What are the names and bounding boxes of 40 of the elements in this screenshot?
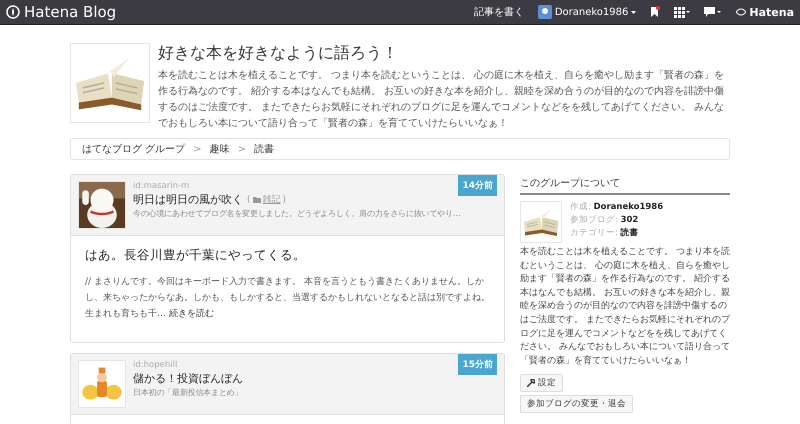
- logo-text: Hatena Blog: [24, 3, 116, 21]
- breadcrumb-separator: >: [238, 144, 246, 154]
- breadcrumb-link[interactable]: はてなブログ グループ: [82, 142, 186, 156]
- user-menu[interactable]: Doraneko1986: [538, 5, 636, 19]
- sidebar-heading: このグループについて: [520, 174, 730, 195]
- paren: ): [282, 194, 286, 204]
- time-label: 15分前: [458, 354, 497, 375]
- user-id: id:masarin-m: [133, 181, 190, 191]
- post-title[interactable]: はあ。長谷川豊が千葉にやってくる。: [85, 247, 490, 264]
- paren: (: [247, 194, 251, 204]
- blog-name-link[interactable]: 儲かる！投資ぼんぼん: [133, 371, 243, 386]
- settings-button[interactable]: 設定: [520, 374, 563, 392]
- user-id: id:hopehill: [133, 360, 178, 370]
- read-more-link[interactable]: 続きを読む: [168, 309, 214, 319]
- blog-description: 今の心境にあわせてブログ名を変更しました。どうぞよろしく。肩の力をさらに抜いてやり…: [133, 208, 461, 219]
- time-label: 14分前: [458, 175, 497, 196]
- grid-menu-icon[interactable]: [674, 6, 690, 18]
- post-excerpt: // まさりんです。今回はキーボード入力で書きます。 本音を言うともう書きたくありません。しかし、来ちゃったからなあ。しかも、もしかすると、当選するかもしれないとなると話は別ですよね。生まれも育ちも千… 続きを読む: [85, 276, 490, 321]
- group-title: 好きな本を好きなように語ろう！: [158, 43, 399, 64]
- breadcrumb-separator: >: [193, 144, 202, 154]
- brand-text: Hatena: [749, 6, 794, 18]
- blog-description: 日本初の「最新投信本まとめ」: [133, 387, 243, 398]
- breadcrumb-link[interactable]: 趣味: [210, 142, 230, 156]
- group-description: 本を読むことは木を植えることです。 つまり本を読むということは、 心の庭に木を植え、自らを癒やし励ます「賢者の森」を作る行為なのです。 紹介する本はなんでも結構。 お互いの好きな本を紹介し、親睦を深め合うのが目的なので内容を誹謗中傷するのはご法度です。 またできたらお気軽にそれぞれのブログに足を運んでコメントなどをを残してあげてください。 みんなでおもしろい本について語り合って「賢者の森」を育てていけたらいいなぁ！: [158, 68, 726, 131]
- hatena-blog-logo[interactable]: Hatena Blog: [6, 3, 116, 21]
- hatena-logo[interactable]: Hatena: [736, 6, 794, 18]
- manage-membership-button[interactable]: 参加ブログの変更・退会: [520, 395, 633, 414]
- breadcrumb-link[interactable]: 読書: [254, 142, 274, 156]
- sidebar-description: 本を読むことは木を植えることです。 つまり本を読むということは、 心の庭に木を植え、自らを癒やし励ます「賢者の森」を作る行為なのです。 紹介する本はなんでも結構。 お互いの好きな本を紹介し、親睦を深め合うのが目的なので内容を誹謗中傷するのはご法度です。 またできたらお気軽にそれぞれのブログに足を運んでコメントなどをを残してあげてください。 みんなでおもしろい本について語り合って「賢者の森」を育てていけたらいいなぁ！: [520, 246, 730, 368]
- category-info: カテゴリー: 読書: [570, 227, 640, 240]
- write-post-link[interactable]: 記事を書く: [474, 5, 524, 19]
- wrench-icon: [527, 379, 535, 388]
- comment-menu-icon[interactable]: [704, 6, 722, 18]
- blog-count-info: 参加ブログ: 302: [570, 214, 640, 227]
- creator-info: 作成: Doraneko1986: [570, 201, 664, 214]
- bookmark-icon[interactable]: [650, 6, 660, 18]
- blog-name-link[interactable]: 明日は明日の風が吹く: [133, 192, 243, 207]
- folder-icon: [252, 196, 261, 202]
- caret-icon: [631, 10, 636, 14]
- avatar-icon: [538, 5, 552, 19]
